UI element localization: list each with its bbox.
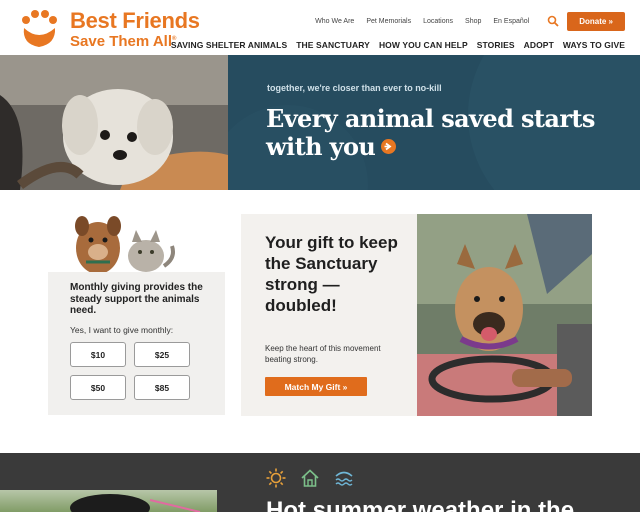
hero-headline[interactable]: Every animal saved starts with you <box>266 105 626 161</box>
amount-button-50[interactable]: $50 <box>70 375 126 400</box>
hero-tagline: together, we're closer than ever to no-k… <box>267 83 442 93</box>
nav-how-you-can-help[interactable]: HOW YOU CAN HELP <box>379 40 468 50</box>
summer-safety-section: Hot summer weather in the <box>0 453 640 512</box>
brand-name: Best Friends <box>70 7 200 33</box>
util-link-who-we-are[interactable]: Who We Are <box>315 18 354 25</box>
gift-subtext: Keep the heart of this movement beating … <box>265 344 381 364</box>
hero-headline-text: Every animal saved starts with you <box>266 104 595 161</box>
util-link-shop[interactable]: Shop <box>465 18 481 25</box>
monthly-giving-text: Monthly giving provides the steady suppo… <box>70 282 203 316</box>
hero-banner: together, we're closer than ever to no-k… <box>0 55 640 190</box>
match-my-gift-button[interactable]: Match My Gift » <box>265 377 367 396</box>
weather-icons <box>266 468 368 488</box>
hero-panel: together, we're closer than ever to no-k… <box>228 55 640 190</box>
nav-saving-shelter-animals[interactable]: SAVING SHELTER ANIMALS <box>171 40 287 50</box>
util-link-pet-memorials[interactable]: Pet Memorials <box>366 18 411 25</box>
amount-button-10[interactable]: $10 <box>70 342 126 367</box>
monthly-giving-prompt: Yes, I want to give monthly: <box>70 325 174 335</box>
house-icon <box>301 469 319 487</box>
arrow-right-circle-icon[interactable] <box>381 139 397 154</box>
dog-outdoors-photo <box>0 490 217 512</box>
util-link-en-espanol[interactable]: En Español <box>493 18 529 25</box>
hero-dog-photo <box>0 55 228 190</box>
dog-in-vehicle-photo <box>417 214 592 416</box>
summer-headline: Hot summer weather in the <box>266 497 575 512</box>
nav-stories[interactable]: STORIES <box>477 40 515 50</box>
donate-button[interactable]: Donate » <box>567 11 625 31</box>
amount-button-25[interactable]: $25 <box>134 342 190 367</box>
site-header: Best Friends Save Them All® Who We Are P… <box>0 0 640 55</box>
dog-and-cat-illustration <box>68 210 178 274</box>
main-nav: SAVING SHELTER ANIMALS THE SANCTUARY HOW… <box>162 40 625 50</box>
nav-the-sanctuary[interactable]: THE SANCTUARY <box>296 40 370 50</box>
search-icon[interactable] <box>547 15 559 27</box>
gift-title: Your gift to keep the Sanctuary strong —… <box>265 233 398 315</box>
nav-adopt[interactable]: ADOPT <box>524 40 554 50</box>
brand-slogan: Save Them All <box>70 32 172 50</box>
utility-nav: Who We Are Pet Memorials Locations Shop … <box>315 11 640 31</box>
sun-icon <box>266 468 286 488</box>
nav-ways-to-give[interactable]: WAYS TO GIVE <box>563 40 625 50</box>
paw-heart-logo-icon <box>18 8 60 50</box>
amount-button-85[interactable]: $85 <box>134 375 190 400</box>
util-link-locations[interactable]: Locations <box>423 18 453 25</box>
heat-waves-icon <box>335 471 353 486</box>
